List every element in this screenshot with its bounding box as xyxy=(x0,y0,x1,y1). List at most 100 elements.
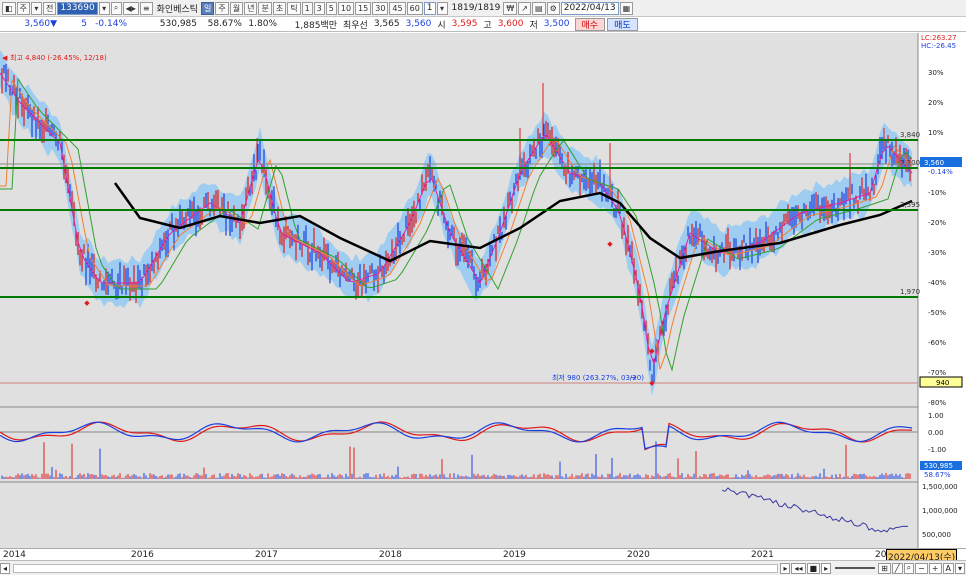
sell-button[interactable]: 매도 xyxy=(607,17,638,31)
high-price: 3,600 xyxy=(497,19,524,29)
open-label: 시 xyxy=(437,20,446,31)
sub-tick: 1,500,000 xyxy=(922,483,958,491)
low-price-tag-text: 940 xyxy=(936,379,949,387)
sub-tick: 500,000 xyxy=(922,531,951,539)
period-year[interactable]: 년 xyxy=(244,1,258,15)
more-icon[interactable]: ▾ xyxy=(954,562,965,574)
signal-marker: ◆ xyxy=(649,347,655,355)
indicator-icon[interactable]: ↗ xyxy=(518,1,531,15)
interval-5[interactable]: 5 xyxy=(325,1,337,15)
bid-price: 3,560 xyxy=(405,19,432,29)
pct-tick: -40% xyxy=(928,279,946,287)
current-price-tag-text: 3,560 xyxy=(924,159,944,167)
interval-30[interactable]: 30 xyxy=(372,1,389,15)
low-marker-icon: → xyxy=(630,373,637,382)
year-label: 2020 xyxy=(627,550,650,560)
interval-1[interactable]: 1 xyxy=(301,1,313,15)
pct-tick: 20% xyxy=(928,99,944,107)
count-input[interactable]: 1 xyxy=(423,1,436,15)
interval-60[interactable]: 60 xyxy=(406,1,423,15)
first-icon[interactable]: ◂◂ xyxy=(791,562,806,574)
period-minute[interactable]: 분 xyxy=(258,1,272,15)
year-label: 2021 xyxy=(751,550,774,560)
signal-marker: ◆ xyxy=(607,240,613,248)
period-second[interactable]: 초 xyxy=(272,1,287,15)
pct-tick: -70% xyxy=(928,369,946,377)
period-day[interactable]: 일 xyxy=(200,1,215,15)
pct-tick: 30% xyxy=(928,69,944,77)
scroll-end-icon[interactable]: ▸ xyxy=(780,562,791,574)
scroll-left-icon[interactable]: ◂ xyxy=(0,562,11,574)
lc-label: LC:263.27 xyxy=(921,34,957,42)
period-type-select[interactable]: 주 xyxy=(16,1,30,15)
period-week[interactable]: 주 xyxy=(215,1,229,15)
data-count: 1819/1819 xyxy=(451,3,501,13)
scroll-bar[interactable]: ◂ ▸ ◂◂ ■ ▸ ⊞ ╱ ⌕ − + A ▾ xyxy=(0,560,966,575)
zoom-in-icon[interactable]: + xyxy=(928,562,942,574)
support-line-label: 3,100 xyxy=(900,159,920,167)
trade-amount: 1,885백만 xyxy=(294,20,337,31)
font-icon[interactable]: A xyxy=(942,562,954,574)
interval-3[interactable]: 3 xyxy=(313,1,325,15)
support-line-label: 1,970 xyxy=(900,288,920,296)
price-chart-svg: 3,840 3,100 2,595 1,970 ◆ ◆ ◆ ◆ 1.00 0.00 -1.00 5… xyxy=(0,33,966,548)
window-menu-icon[interactable]: ◧ xyxy=(2,1,16,15)
date-axis: 2014 2016 2017 2018 2019 2020 2021 202 2… xyxy=(0,548,966,564)
chart-toolbar: ◧ 주 ▾ 전 133690 ▾ ⌕ ◀▸ ≡ 화인베스틱 일 주 월 년 분 … xyxy=(0,0,966,17)
stop-icon[interactable]: ■ xyxy=(806,562,821,574)
tool-icon[interactable]: ⊞ xyxy=(878,562,891,574)
scroll-track[interactable] xyxy=(13,563,779,573)
high-label: 고 xyxy=(483,20,492,31)
zoom-icon[interactable]: ⌕ xyxy=(903,562,915,574)
volume-pct-text: 58.67% xyxy=(924,471,951,479)
sub-panel xyxy=(0,482,918,548)
best-quote-label: 최우선 xyxy=(343,20,368,31)
change-percent: -0.14% xyxy=(95,19,127,29)
year-label: 2019 xyxy=(503,550,526,560)
low-price: 3,500 xyxy=(543,19,570,29)
period-tick[interactable]: 틱 xyxy=(287,1,301,15)
count-dropdown-icon[interactable]: ▾ xyxy=(436,1,448,15)
low-label: 저 xyxy=(529,20,538,31)
search-icon[interactable]: ⌕ xyxy=(110,1,122,15)
code-dropdown-icon[interactable]: ▾ xyxy=(98,1,110,15)
sub-tick: 1,000,000 xyxy=(922,507,958,515)
pct-tick: -10% xyxy=(928,189,946,197)
interval-15[interactable]: 15 xyxy=(355,1,372,15)
chart-type-icon[interactable]: ₩ xyxy=(503,1,518,15)
volume: 530,985 xyxy=(159,19,197,29)
volume-tag-text: 530,985 xyxy=(924,462,953,470)
year-label: 2014 xyxy=(3,550,26,560)
signal-marker: ◆ xyxy=(649,379,655,387)
dropdown-icon[interactable]: ▾ xyxy=(30,1,42,15)
interval-10[interactable]: 10 xyxy=(337,1,355,15)
chart-area[interactable]: 3,840 3,100 2,595 1,970 ◆ ◆ ◆ ◆ 1.00 0.00 -1.00 5… xyxy=(0,33,966,548)
date-input[interactable]: 2022/04/13 xyxy=(560,1,619,15)
zoom-slider[interactable] xyxy=(835,567,876,569)
osc-tick: 0.00 xyxy=(928,429,944,437)
pct-tick: -20% xyxy=(928,219,946,227)
list-icon[interactable]: ≡ xyxy=(139,1,153,15)
hc-label: HC:-26.45 xyxy=(921,42,956,50)
pct-tick: -80% xyxy=(928,399,946,407)
play-icon[interactable]: ▸ xyxy=(821,562,832,574)
pct-tick: -30% xyxy=(928,249,946,257)
save-icon[interactable]: ▤ xyxy=(532,1,546,15)
stock-name: 화인베스틱 xyxy=(156,4,198,15)
period-month[interactable]: 월 xyxy=(229,1,244,15)
settings-icon[interactable]: ⚙ xyxy=(546,1,560,15)
osc-tick: -1.00 xyxy=(928,446,946,454)
buy-button[interactable]: 매수 xyxy=(574,17,606,31)
year-label: 2016 xyxy=(131,550,154,560)
high-annotation: 최고 4,840 (-26.45%, 12/18) xyxy=(10,53,107,62)
prev-next-icon[interactable]: ◀▸ xyxy=(122,1,139,15)
stock-code-input[interactable]: 133690 xyxy=(57,1,98,15)
interval-45[interactable]: 45 xyxy=(389,1,406,15)
current-pct-tag: -0.14% xyxy=(928,168,953,176)
draw-icon[interactable]: ╱ xyxy=(891,562,903,574)
zoom-out-icon[interactable]: − xyxy=(915,562,928,574)
price-change: 5 xyxy=(81,19,87,29)
ask-price: 3,565 xyxy=(373,19,400,29)
calendar-icon[interactable]: ▦ xyxy=(619,1,634,15)
market-select[interactable]: 전 xyxy=(42,1,57,15)
